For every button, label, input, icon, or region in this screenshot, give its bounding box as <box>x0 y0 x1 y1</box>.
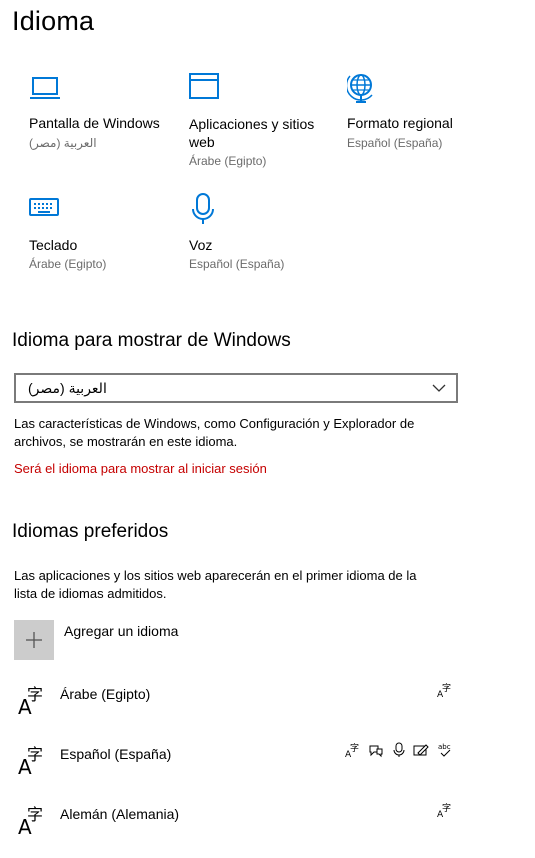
add-language-button[interactable] <box>14 620 54 660</box>
tile-speech[interactable]: Voz Español (España) <box>189 193 339 283</box>
display-language-icon: A 字 <box>345 742 359 758</box>
language-icon: A 字 <box>18 685 43 716</box>
tile-keyboard[interactable]: Teclado Árabe (Egipto) <box>29 193 179 283</box>
sign-in-warning: Será el idioma para mostrar al iniciar s… <box>14 461 267 476</box>
language-icon: A 字 <box>18 745 43 776</box>
laptop-icon <box>30 77 60 99</box>
svg-text:字: 字 <box>27 805 43 824</box>
tile-sublabel: العربية (مصر) <box>29 136 97 150</box>
display-language-description: Las características de Windows, como Con… <box>14 416 415 449</box>
tile-sublabel: Español (España) <box>347 136 443 150</box>
section-heading-display-language: Idioma para mostrar de Windows <box>12 330 291 351</box>
tile-sublabel: Árabe (Egipto) <box>29 257 107 271</box>
dropdown-selected-value: العربية (مصر) <box>28 380 107 396</box>
app-window-icon <box>189 73 219 99</box>
preferred-languages-description: Las aplicaciones y los sitios web aparec… <box>14 568 417 601</box>
display-language-icon: A 字 <box>437 682 451 698</box>
language-name: Alemán (Alemania) <box>60 806 180 822</box>
keyboard-icon <box>29 198 59 216</box>
handwriting-icon <box>413 744 429 756</box>
page-title: Idioma <box>12 6 95 36</box>
tile-label: Formato regional <box>347 115 453 131</box>
tile-label: Pantalla de Windows <box>29 115 160 131</box>
speech-icon <box>369 745 383 758</box>
tile-label: Teclado <box>29 237 78 253</box>
spellcheck-icon: abc <box>438 743 451 757</box>
svg-text:abc: abc <box>438 743 451 751</box>
microphone-icon <box>393 742 405 757</box>
tile-sublabel: Árabe (Egipto) <box>189 154 267 168</box>
add-language-label[interactable]: Agregar un idioma <box>64 623 178 639</box>
tile-sublabel: Español (España) <box>189 257 285 271</box>
svg-text:字: 字 <box>27 745 43 764</box>
language-name: Árabe (Egipto) <box>60 686 151 702</box>
svg-text:字: 字 <box>442 802 451 814</box>
tile-windows-display[interactable]: Pantalla de Windows العربية (مصر) <box>29 72 179 162</box>
tile-regional-format[interactable]: Formato regional Español (España) <box>347 72 497 162</box>
plus-icon <box>26 632 42 648</box>
language-item[interactable]: A 字 Español (España) A 字 abc <box>0 742 535 798</box>
tile-label-line2: web <box>189 134 215 150</box>
display-language-icon: A 字 <box>437 802 451 818</box>
svg-text:字: 字 <box>350 742 359 754</box>
globe-clock-icon <box>347 74 373 103</box>
language-item[interactable]: A 字 Alemán (Alemania) A 字 <box>0 802 535 858</box>
tile-label: Voz <box>189 237 213 253</box>
tile-apps-websites[interactable]: Aplicaciones y sitios web Árabe (Egipto) <box>189 72 339 172</box>
tile-label-line1: Aplicaciones y sitios <box>189 116 315 132</box>
section-heading-preferred-languages: Idiomas preferidos <box>12 521 169 542</box>
svg-text:字: 字 <box>27 685 43 704</box>
language-item[interactable]: A 字 Árabe (Egipto) A 字 <box>0 682 535 738</box>
chevron-down-icon <box>432 384 446 392</box>
microphone-icon <box>192 193 214 224</box>
language-name: Español (España) <box>60 746 172 762</box>
display-language-dropdown[interactable]: العربية (مصر) <box>14 373 458 403</box>
svg-text:字: 字 <box>442 682 451 694</box>
language-icon: A 字 <box>18 805 43 836</box>
